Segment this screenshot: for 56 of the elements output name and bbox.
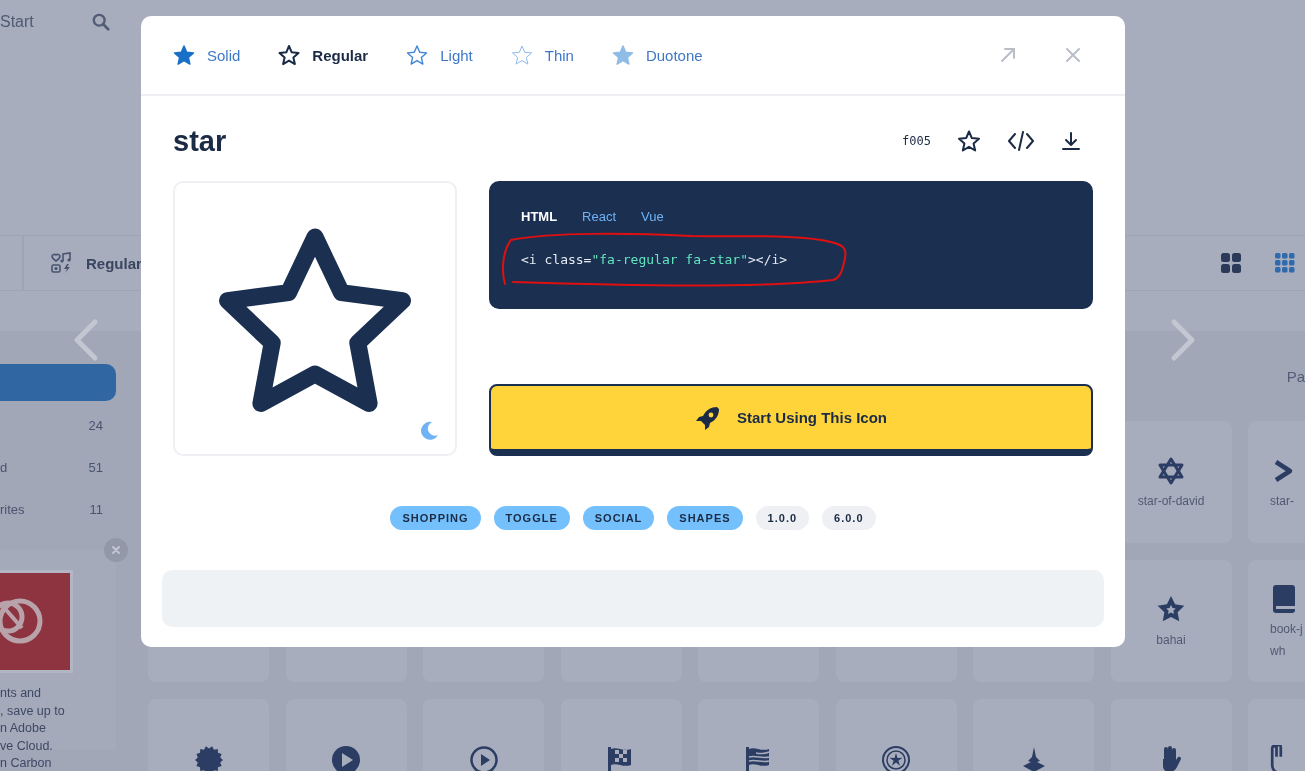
tag[interactable]: 1.0.0 [755,506,810,530]
style-filter-label[interactable]: Regular [86,254,142,272]
style-tab[interactable]: Duotone [611,44,703,66]
icon-name: wh [1270,644,1286,658]
tag[interactable]: TOGGLE [493,506,570,530]
code-tab[interactable]: Vue [641,209,664,224]
tag[interactable]: SHOPPING [390,506,481,530]
close-icon [111,545,121,555]
ad-text: n Adobe [0,720,47,737]
tag[interactable]: SHAPES [667,506,743,530]
download-icon[interactable] [1061,131,1081,151]
ad-text: , save up to [0,702,66,720]
nav-link[interactable]: Start [0,13,34,31]
rocket-icon [695,404,721,431]
search-icon[interactable] [91,13,110,31]
ad-text: n Carbon [0,755,53,771]
ad-text: ve Cloud. [0,737,54,755]
style-tab[interactable]: Solid [173,44,241,66]
unicode-value[interactable]: f005 [902,134,931,148]
section-heading: Pa [1286,367,1305,385]
moon-icon[interactable] [419,420,439,440]
small-grid-icon[interactable] [1273,251,1297,275]
large-grid-icon[interactable] [1219,251,1243,275]
badge-icon [193,745,224,771]
play-circle-outline-icon [468,745,499,771]
tag[interactable]: 6.0.0 [822,506,876,530]
hexagram-icon [1156,456,1186,486]
icon-card[interactable]: bahai [1110,560,1232,682]
style-tab[interactable]: Regular [278,44,369,66]
style-tab[interactable]: Light [406,44,473,66]
icon-card[interactable]: book-j wh [1248,560,1305,682]
icon-name: star-of-david [1137,494,1205,508]
star-icon[interactable] [957,129,981,153]
icon-name: bahai [1156,633,1186,647]
star-icon [406,44,429,66]
icon-name: book-j [1270,622,1303,636]
icon-title: star [173,124,227,158]
sidebar-item[interactable]: d 51 [0,446,116,488]
star-icon [173,44,195,66]
icon-set-icon [50,252,72,274]
star-icon [611,44,634,66]
emblem-icon [881,745,911,771]
icon-card[interactable]: star- [1248,421,1305,543]
start-using-button[interactable]: Start Using This Icon [489,384,1093,456]
code-icon[interactable] [1007,131,1035,151]
sidebar-item[interactable]: 24 [0,404,116,446]
sidebar-item[interactable]: rites 11 [0,488,116,530]
tag[interactable]: SOCIAL [582,506,655,530]
code-tab[interactable]: React [582,209,617,224]
star-icon [278,44,301,66]
icon-name: star- [1270,494,1294,508]
star-icon [510,44,533,66]
ad-text: nts and [0,685,42,702]
style-tab[interactable]: Thin [510,44,574,66]
code-tab[interactable]: HTML [521,209,558,224]
code-snippet[interactable]: <i class="fa-regular fa-star"></i> [521,252,788,267]
